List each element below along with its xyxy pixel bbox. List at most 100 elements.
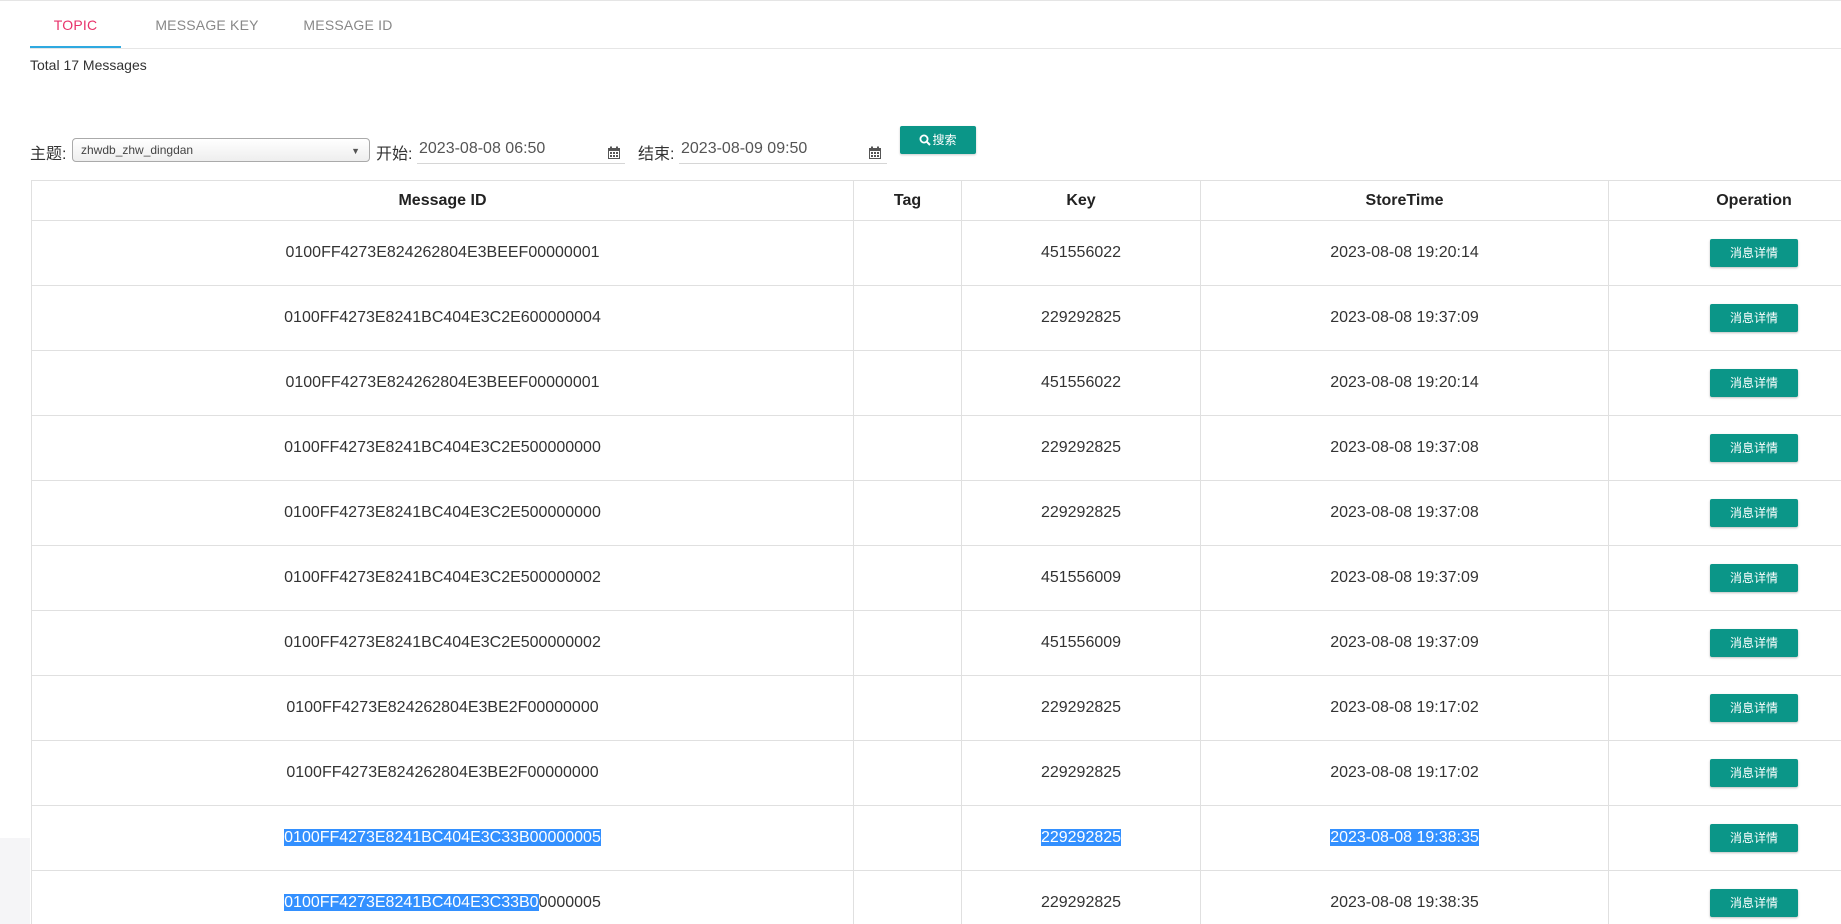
store-time-cell: 2023-08-08 19:38:35 xyxy=(1200,805,1609,871)
tag-cell xyxy=(853,740,962,806)
store-time-cell: 2023-08-08 19:38:35 xyxy=(1200,870,1609,924)
tag-cell xyxy=(853,350,962,416)
key-cell: 229292825 xyxy=(961,675,1201,741)
messages-table-container: Message ID Tag Key StoreTime Operation 0… xyxy=(31,180,1841,924)
operation-cell: 消息详情 xyxy=(1608,545,1841,611)
message-detail-button[interactable]: 消息详情 xyxy=(1710,499,1798,527)
table-row: 0100FF4273E8241BC404E3C33B00000005 22929… xyxy=(31,870,1841,924)
key-cell: 229292825 xyxy=(961,870,1201,924)
table-row: 0100FF4273E8241BC404E3C2E500000000 22929… xyxy=(31,480,1841,546)
message-detail-button[interactable]: 消息详情 xyxy=(1710,304,1798,332)
message-id-cell: 0100FF4273E824262804E3BEEF00000001 xyxy=(31,220,854,286)
messages-table: Message ID Tag Key StoreTime Operation 0… xyxy=(31,180,1841,924)
topic-label: 主题: xyxy=(30,146,67,163)
message-id-cell: 0100FF4273E824262804E3BE2F00000000 xyxy=(31,740,854,806)
tag-cell xyxy=(853,545,962,611)
message-detail-button[interactable]: 消息详情 xyxy=(1710,434,1798,462)
top-border xyxy=(0,0,1841,1)
operation-cell: 消息详情 xyxy=(1608,610,1841,676)
start-label: 开始: xyxy=(376,146,413,163)
tab-message-key[interactable]: MESSAGE KEY xyxy=(143,2,271,48)
end-label: 结束: xyxy=(638,146,675,163)
store-time-cell: 2023-08-08 19:20:14 xyxy=(1200,220,1609,286)
selected-text: 0100FF4273E8241BC404E3C33B0 xyxy=(284,894,539,911)
selected-text: 229292825 xyxy=(1040,829,1122,846)
operation-cell: 消息详情 xyxy=(1608,350,1841,416)
tag-cell xyxy=(853,285,962,351)
store-time-cell: 2023-08-08 19:37:09 xyxy=(1200,610,1609,676)
selected-text: 0100FF4273E8241BC404E3C33B00000005 xyxy=(284,829,601,846)
message-id-cell: 0100FF4273E8241BC404E3C2E500000002 xyxy=(31,610,854,676)
calendar-icon[interactable] xyxy=(868,146,882,160)
operation-cell: 消息详情 xyxy=(1608,740,1841,806)
message-id-cell: 0100FF4273E8241BC404E3C2E600000004 xyxy=(31,285,854,351)
table-row: 0100FF4273E8241BC404E3C2E600000004 22929… xyxy=(31,285,1841,351)
unselected-text: 0000005 xyxy=(538,894,601,911)
key-cell: 451556022 xyxy=(961,350,1201,416)
start-date-input[interactable]: 2023-08-08 06:50 xyxy=(417,136,625,164)
topic-select-value: zhwdb_zhw_dingdan xyxy=(81,143,194,157)
tab-message-id[interactable]: MESSAGE ID xyxy=(292,2,404,48)
store-time-cell: 2023-08-08 19:20:14 xyxy=(1200,350,1609,416)
operation-cell: 消息详情 xyxy=(1608,870,1841,924)
key-cell: 229292825 xyxy=(961,740,1201,806)
header-store-time: StoreTime xyxy=(1200,180,1609,221)
message-id-cell: 0100FF4273E8241BC404E3C2E500000000 xyxy=(31,480,854,546)
tab-bar: TOPIC MESSAGE KEY MESSAGE ID xyxy=(30,2,1841,49)
message-detail-button[interactable]: 消息详情 xyxy=(1710,759,1798,787)
message-id-cell: 0100FF4273E8241BC404E3C2E500000000 xyxy=(31,415,854,481)
key-cell: 451556009 xyxy=(961,545,1201,611)
header-key: Key xyxy=(961,180,1201,221)
total-messages-count: Total 17 Messages xyxy=(30,57,147,73)
operation-cell: 消息详情 xyxy=(1608,480,1841,546)
operation-cell: 消息详情 xyxy=(1608,220,1841,286)
tag-cell xyxy=(853,805,962,871)
tag-cell xyxy=(853,675,962,741)
filter-bar: 主题: zhwdb_zhw_dingdan ▼ 开始: 2023-08-08 0… xyxy=(30,124,1841,164)
key-cell: 229292825 xyxy=(961,285,1201,351)
table-row: 0100FF4273E824262804E3BE2F00000000 22929… xyxy=(31,675,1841,741)
message-id-cell: 0100FF4273E8241BC404E3C2E500000002 xyxy=(31,545,854,611)
key-cell: 451556022 xyxy=(961,220,1201,286)
store-time-cell: 2023-08-08 19:37:08 xyxy=(1200,415,1609,481)
key-cell: 229292825 xyxy=(961,480,1201,546)
table-row: 0100FF4273E8241BC404E3C2E500000002 45155… xyxy=(31,545,1841,611)
operation-cell: 消息详情 xyxy=(1608,805,1841,871)
tag-cell xyxy=(853,220,962,286)
search-button[interactable]: 搜索 xyxy=(900,126,976,154)
search-button-label: 搜索 xyxy=(932,133,957,147)
message-detail-button[interactable]: 消息详情 xyxy=(1710,369,1798,397)
message-detail-button[interactable]: 消息详情 xyxy=(1710,239,1798,267)
store-time-cell: 2023-08-08 19:17:02 xyxy=(1200,675,1609,741)
end-date-input[interactable]: 2023-08-09 09:50 xyxy=(679,136,887,164)
header-tag: Tag xyxy=(853,180,962,221)
table-row: 0100FF4273E824262804E3BEEF00000001 45155… xyxy=(31,350,1841,416)
header-message-id: Message ID xyxy=(31,180,854,221)
message-detail-button[interactable]: 消息详情 xyxy=(1710,629,1798,657)
message-id-cell: 0100FF4273E8241BC404E3C33B00000005 xyxy=(31,805,854,871)
operation-cell: 消息详情 xyxy=(1608,285,1841,351)
table-row: 0100FF4273E824262804E3BEEF00000001 45155… xyxy=(31,220,1841,286)
tag-cell xyxy=(853,480,962,546)
table-row: 0100FF4273E824262804E3BE2F00000000 22929… xyxy=(31,740,1841,806)
store-time-cell: 2023-08-08 19:37:09 xyxy=(1200,285,1609,351)
topic-select[interactable]: zhwdb_zhw_dingdan ▼ xyxy=(72,138,370,162)
tag-cell xyxy=(853,870,962,924)
message-detail-button[interactable]: 消息详情 xyxy=(1710,694,1798,722)
tab-topic[interactable]: TOPIC xyxy=(30,2,121,48)
message-detail-button[interactable]: 消息详情 xyxy=(1710,824,1798,852)
table-row: 0100FF4273E8241BC404E3C2E500000000 22929… xyxy=(31,415,1841,481)
store-time-cell: 2023-08-08 19:37:08 xyxy=(1200,480,1609,546)
message-id-cell: 0100FF4273E824262804E3BE2F00000000 xyxy=(31,675,854,741)
message-detail-button[interactable]: 消息详情 xyxy=(1710,889,1798,917)
tag-cell xyxy=(853,415,962,481)
chevron-down-icon: ▼ xyxy=(351,146,360,156)
store-time-cell: 2023-08-08 19:37:09 xyxy=(1200,545,1609,611)
store-time-cell: 2023-08-08 19:17:02 xyxy=(1200,740,1609,806)
key-cell: 229292825 xyxy=(961,415,1201,481)
calendar-icon[interactable] xyxy=(607,146,621,160)
sidebar-edge xyxy=(0,838,30,924)
operation-cell: 消息详情 xyxy=(1608,675,1841,741)
message-id-cell: 0100FF4273E824262804E3BEEF00000001 xyxy=(31,350,854,416)
message-detail-button[interactable]: 消息详情 xyxy=(1710,564,1798,592)
